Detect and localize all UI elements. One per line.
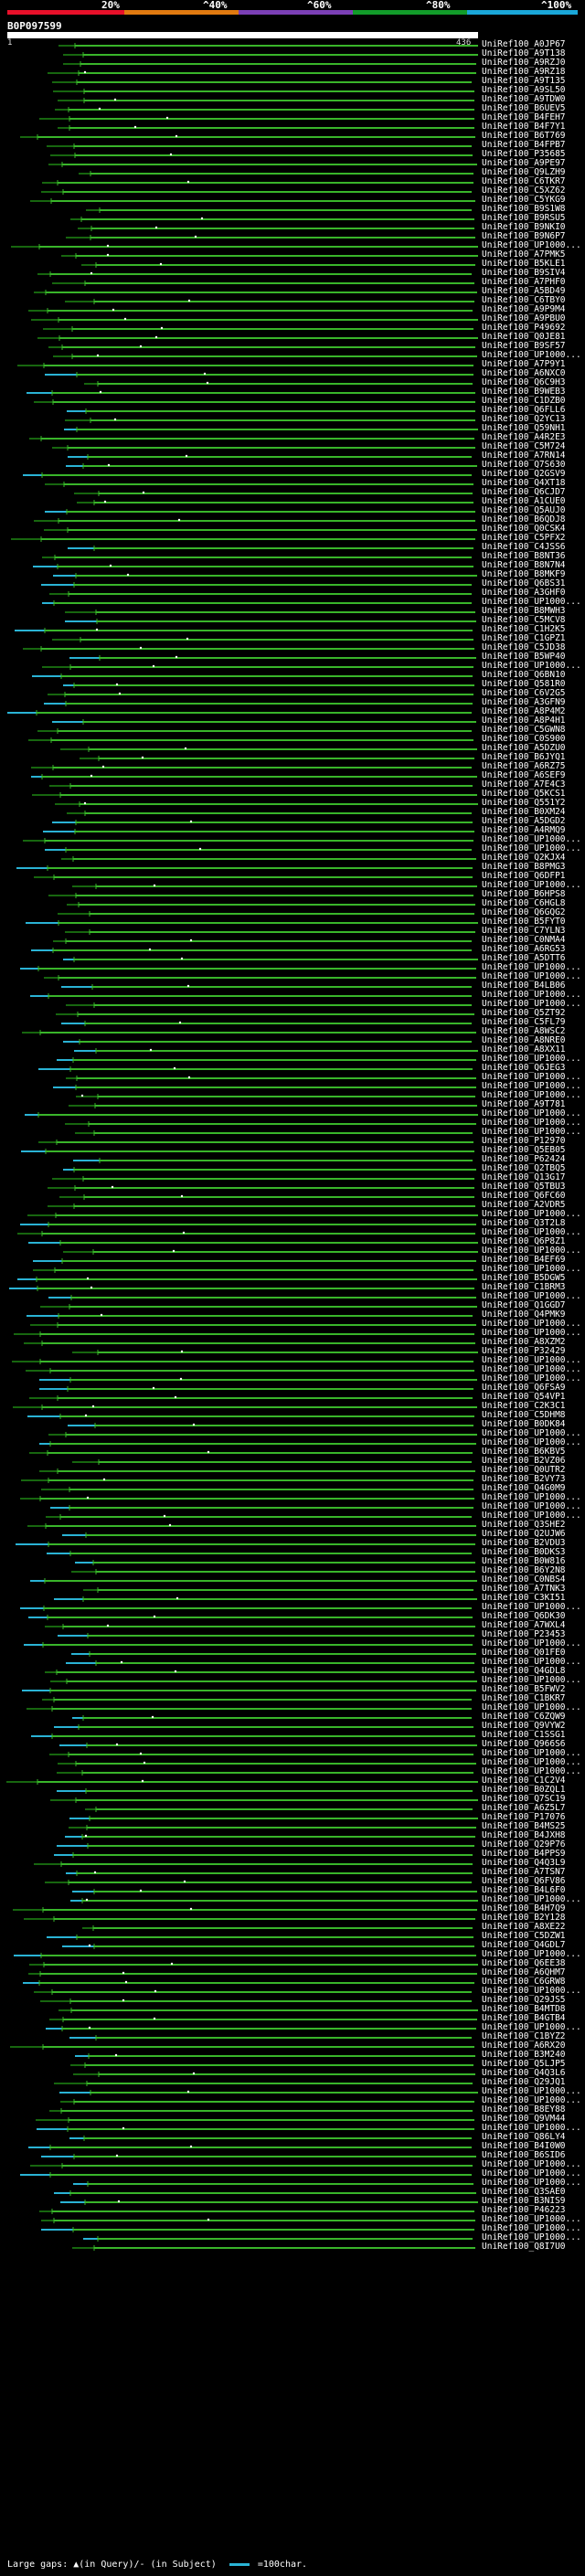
legend-scale-text: =100char. (257, 2560, 308, 2570)
legend-gaps-text: Large gaps: ▲(in Query)/- (in Subject) (7, 2560, 217, 2570)
hit-label-list: UniRef100_A0JP67 UniRef100_A9T138 UniRef10… (0, 0, 585, 2576)
legend-footer: Large gaps: ▲(in Query)/- (in Subject) =… (7, 2560, 307, 2570)
legend-scale-swatch (229, 2562, 250, 2566)
hit-label[interactable]: UniRef100_Q8I7U0 (482, 2242, 566, 2252)
